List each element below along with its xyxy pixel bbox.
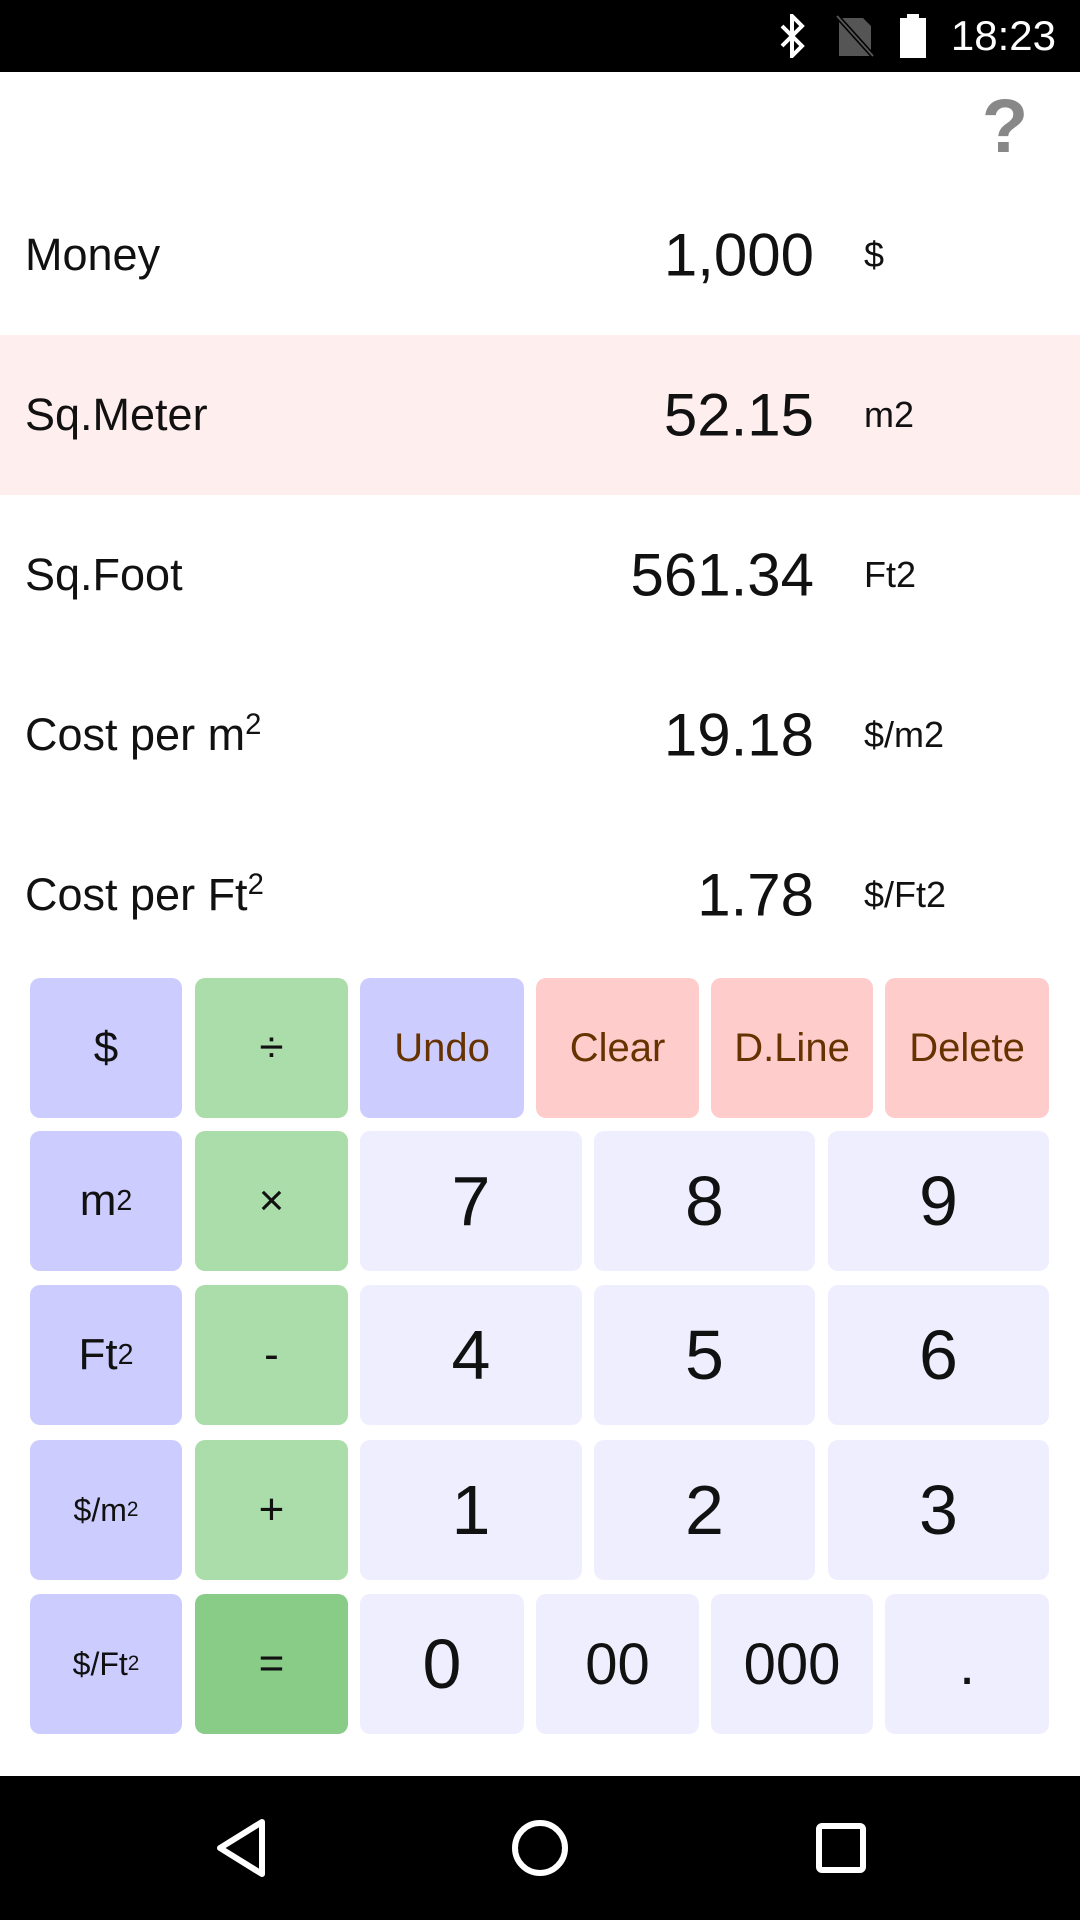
digit-key[interactable]: 9 [828,1131,1049,1271]
operator-key[interactable]: = [195,1594,348,1734]
row-label: Sq.Meter [25,389,208,441]
digit-key-label: 6 [919,1316,958,1394]
function-key-dline-label: D.Line [734,1025,850,1070]
unit-key-label: $/m [73,1491,127,1528]
battery-full-icon [900,14,926,58]
digit-key[interactable]: 00 [536,1594,699,1734]
row-label-text: Cost per m [25,709,246,760]
function-key-clear[interactable]: Clear [536,978,699,1118]
unit-key[interactable]: $ [30,978,182,1118]
value-row[interactable]: Sq.Foot 561.34 Ft2 [0,495,1080,655]
unit-key-label: Ft [78,1330,118,1379]
digit-key-label: 3 [919,1471,958,1549]
row-label: Sq.Foot [25,549,183,601]
row-value: 52.15 [663,381,814,449]
unit-key-label: $/Ft [72,1645,128,1682]
unit-key[interactable]: m2 [30,1131,182,1271]
no-sim-icon [835,14,875,58]
operator-key[interactable]: - [195,1285,348,1425]
operator-key-label: + [258,1485,285,1534]
recents-icon[interactable] [815,1822,867,1874]
row-unit: $ [864,234,885,275]
digit-key-label: 2 [685,1471,724,1549]
digit-key-label: 5 [685,1316,724,1394]
operator-key-label: = [258,1639,285,1688]
clock: 18:23 [950,12,1056,59]
row-label-text: Sq.Meter [25,389,208,440]
operator-key-label: - [264,1330,279,1379]
row-label-text: Money [25,229,161,280]
unit-key[interactable]: $/m 2 [30,1440,182,1580]
value-row[interactable]: Money 1,000 $ [0,175,1080,335]
bluetooth-icon [780,14,805,58]
digit-key[interactable]: 3 [828,1440,1049,1580]
function-key-undo-label: Undo [394,1025,490,1070]
row-label-superscript: 2 [245,708,262,741]
digit-key-label: 7 [451,1162,491,1240]
function-key-delete-label: Delete [909,1025,1025,1070]
back-icon[interactable] [212,1816,272,1880]
digit-key[interactable]: 6 [828,1285,1049,1425]
digit-key-label: . [958,1631,976,1697]
digit-key-label: 9 [919,1162,958,1240]
row-value: 19.18 [663,701,814,769]
row-unit: m2 [864,394,915,435]
question-mark-icon: ? [981,84,1029,169]
unit-key-label: $ [93,1023,119,1072]
digit-key[interactable]: 5 [594,1285,815,1425]
navigation-bar [0,1776,1080,1920]
row-label: Cost per Ft2 [25,869,264,921]
unit-key[interactable]: Ft 2 [30,1285,182,1425]
operator-key-label: ÷ [259,1023,284,1072]
digit-key[interactable]: 1 [360,1440,582,1580]
digit-key[interactable]: 2 [594,1440,815,1580]
digit-key-label: 4 [451,1316,491,1394]
unit-key[interactable]: $/Ft 2 [30,1594,182,1734]
home-icon[interactable] [510,1818,570,1878]
digit-key[interactable]: 4 [360,1285,582,1425]
row-label: Money [25,229,160,281]
digit-key[interactable]: 7 [360,1131,582,1271]
row-unit: $/m2 [864,714,945,755]
digit-key-label: 00 [585,1631,650,1697]
row-unit: Ft2 [864,554,917,595]
operator-key-label: × [258,1176,285,1225]
row-value: 561.34 [630,541,814,609]
digit-key[interactable]: 000 [711,1594,873,1734]
digit-key[interactable]: 8 [594,1131,815,1271]
digit-key-label: 0 [422,1625,462,1703]
unit-key-label: m [79,1176,117,1225]
function-key-undo[interactable]: Undo [360,978,524,1118]
row-label-text: Cost per Ft [25,869,248,920]
function-key-dline[interactable]: D.Line [711,978,873,1118]
row-value: 1.78 [697,861,814,929]
status-bar: 18:23 [0,0,1080,72]
row-label-text: Sq.Foot [25,549,183,600]
value-row[interactable]: Cost per m2 19.18 $/m2 [0,655,1080,815]
value-row[interactable]: Sq.Meter 52.15 m2 [0,335,1080,495]
digit-key[interactable]: . [885,1594,1049,1734]
row-unit: $/Ft2 [864,874,947,915]
value-row[interactable]: Cost per Ft2 1.78 $/Ft2 [0,815,1080,975]
help-button[interactable]: ? [970,89,1040,165]
row-label-superscript: 2 [247,868,264,901]
operator-key[interactable]: × [195,1131,348,1271]
row-label: Cost per m2 [25,709,261,761]
row-value: 1,000 [663,221,814,289]
operator-key[interactable]: ÷ [195,978,348,1118]
digit-key[interactable]: 0 [360,1594,524,1734]
digit-key-label: 8 [685,1162,724,1240]
function-key-delete[interactable]: Delete [885,978,1049,1118]
function-key-clear-label: Clear [569,1025,666,1070]
digit-key-label: 000 [743,1631,841,1697]
operator-key[interactable]: + [195,1440,348,1580]
digit-key-label: 1 [451,1471,491,1549]
